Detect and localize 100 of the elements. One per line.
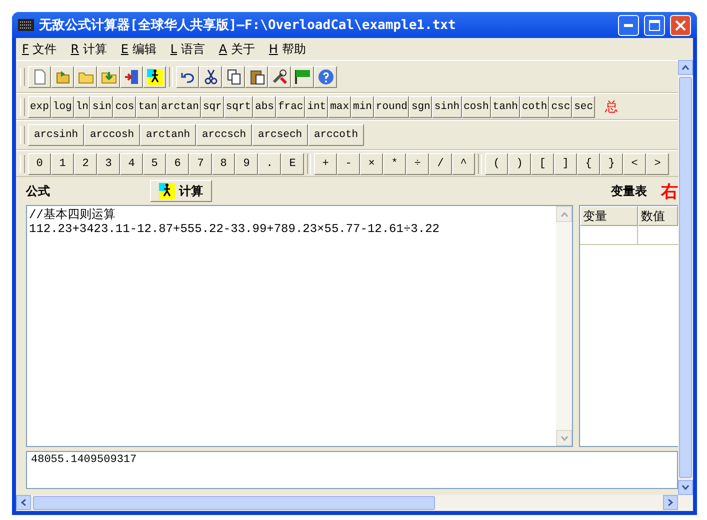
toolbar-button[interactable] — [176, 66, 199, 88]
menu-item[interactable]: R 计算 — [70, 40, 107, 58]
symbol-button[interactable]: 8 — [212, 152, 235, 174]
toolbar-button[interactable] — [120, 66, 143, 88]
function-button[interactable]: tan — [136, 96, 160, 118]
symbol-button[interactable]: 0 — [28, 152, 51, 174]
symbol-button[interactable]: / — [429, 152, 452, 174]
symbol-button[interactable]: * — [383, 152, 406, 174]
symbol-button[interactable]: > — [646, 152, 669, 174]
function-button[interactable]: arccoth — [308, 124, 364, 146]
symbol-button[interactable]: 1 — [51, 152, 74, 174]
menu-item[interactable]: A 关于 — [218, 40, 255, 58]
result-field[interactable]: 48055.1409509317 — [26, 451, 678, 489]
function-button[interactable]: tanh — [490, 96, 520, 118]
function-button[interactable]: arcsech — [252, 124, 308, 146]
toolbar-button[interactable] — [222, 66, 245, 88]
function-button[interactable]: min — [351, 96, 374, 118]
function-button[interactable]: arccsch — [196, 124, 252, 146]
help-icon — [318, 68, 334, 84]
function-button[interactable]: sec — [572, 96, 596, 118]
toolbar-button[interactable] — [199, 66, 222, 88]
menu-item[interactable]: F 文件 — [22, 40, 57, 58]
symbol-button[interactable]: ( — [485, 152, 508, 174]
function-button[interactable]: arctanh — [140, 124, 196, 146]
function-button[interactable]: cos — [113, 96, 136, 118]
function-button[interactable]: ln — [74, 96, 90, 118]
symbol-button[interactable]: 6 — [166, 152, 189, 174]
symbol-button[interactable]: ] — [554, 152, 577, 174]
scroll-right-button[interactable] — [663, 495, 678, 510]
minimize-button[interactable] — [618, 14, 639, 36]
flag-icon — [294, 68, 310, 84]
function-button[interactable]: arccosh — [84, 124, 140, 146]
symbol-button[interactable]: 3 — [97, 152, 120, 174]
menu-item[interactable]: E 编辑 — [120, 40, 156, 58]
close-button[interactable] — [670, 14, 691, 36]
function-button[interactable]: csc — [549, 96, 572, 118]
toolbar-button[interactable] — [291, 66, 314, 88]
function-button[interactable]: arctan — [159, 96, 201, 118]
maximize-button[interactable] — [644, 14, 665, 36]
scroll-thumb[interactable] — [679, 77, 692, 478]
function-button[interactable]: sqr — [200, 96, 224, 118]
function-button[interactable]: sinh — [432, 96, 462, 118]
scroll-up-button[interactable] — [678, 60, 693, 75]
symbol-button[interactable]: 5 — [143, 152, 166, 174]
code-line: 112.23+3423.11-12.87+555.22-33.99+789.23×55.77-12.61÷3.22 — [29, 222, 440, 236]
function-button[interactable]: round — [374, 96, 410, 118]
symbol-button[interactable]: ^ — [452, 152, 475, 174]
function-button[interactable]: frac — [276, 96, 306, 118]
toolbar-button[interactable] — [245, 66, 268, 88]
function-button[interactable]: sgn — [409, 96, 432, 118]
tools-icon — [272, 68, 288, 84]
scroll-left-button[interactable] — [16, 495, 31, 510]
function-button[interactable]: coth — [520, 96, 550, 118]
column-header[interactable]: 数值 — [638, 206, 678, 226]
function-button[interactable]: exp — [28, 96, 51, 118]
symbol-button[interactable]: ) — [508, 152, 531, 174]
symbol-button[interactable]: - — [337, 152, 360, 174]
symbol-button[interactable]: × — [360, 152, 383, 174]
symbol-button[interactable]: . — [258, 152, 281, 174]
symbol-button[interactable]: [ — [531, 152, 554, 174]
function-button[interactable]: cosh — [462, 96, 491, 118]
maximize-icon — [649, 20, 660, 30]
copy-icon — [226, 68, 242, 84]
scroll-down-button[interactable] — [678, 480, 693, 495]
menu-item[interactable]: H 帮助 — [268, 40, 306, 58]
symbol-button[interactable]: 4 — [120, 152, 143, 174]
code-line: //基本四则运算 — [29, 208, 116, 222]
calculate-button[interactable]: 计算 — [150, 180, 212, 202]
cut-icon — [202, 68, 218, 84]
symbol-button[interactable]: { — [577, 152, 600, 174]
function-button[interactable]: int — [305, 96, 328, 118]
variables-label: 变量表 — [611, 182, 647, 200]
run-button[interactable] — [143, 66, 166, 88]
function-button[interactable]: abs — [253, 96, 276, 118]
note-text: 总 — [605, 98, 618, 116]
symbol-button[interactable]: < — [623, 152, 646, 174]
symbol-button[interactable]: 2 — [74, 152, 97, 174]
calculator-app-icon — [18, 19, 34, 31]
running-figure-icon — [146, 68, 162, 84]
function-button[interactable]: sin — [90, 96, 114, 118]
symbol-button[interactable]: } — [600, 152, 623, 174]
function-button[interactable]: arcsinh — [28, 124, 84, 146]
symbol-button[interactable]: + — [314, 152, 337, 174]
note-text: 右 — [661, 180, 678, 202]
close-icon — [675, 20, 686, 30]
column-header[interactable]: 变量 — [580, 206, 638, 226]
symbol-button[interactable]: 7 — [189, 152, 212, 174]
scroll-thumb[interactable] — [33, 496, 435, 510]
running-figure-icon — [159, 183, 175, 199]
function-button[interactable]: sqrt — [224, 96, 254, 118]
open-folder-icon — [54, 68, 70, 84]
function-button[interactable]: max — [328, 96, 352, 118]
symbol-button[interactable]: 9 — [235, 152, 258, 174]
formula-label: 公式 — [26, 182, 50, 200]
toolbar-button[interactable] — [268, 66, 291, 88]
symbol-button[interactable]: ÷ — [406, 152, 429, 174]
menu-item[interactable]: L 语言 — [170, 40, 205, 58]
function-button[interactable]: log — [50, 96, 74, 118]
symbol-button[interactable]: E — [281, 152, 304, 174]
exit-door-icon — [124, 68, 140, 84]
